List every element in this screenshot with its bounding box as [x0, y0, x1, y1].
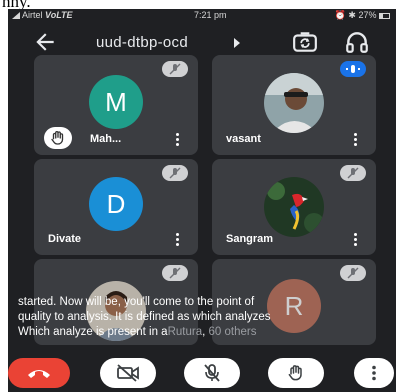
raise-hand-button[interactable] [268, 358, 324, 388]
more-vert-icon[interactable] [176, 133, 180, 147]
live-captions: started. Now will be, you'll come to the… [8, 295, 396, 340]
more-vert-icon[interactable] [176, 233, 180, 247]
more-vert-icon[interactable] [354, 233, 358, 247]
caption-line: started. Now will be, you'll come to the… [18, 296, 255, 308]
mic-off-icon [169, 267, 181, 279]
caption-line: quality to analysis. It is defined as wh… [18, 311, 271, 323]
participant-name: Mah... [90, 133, 122, 145]
participant-tile[interactable]: D Divate [34, 159, 198, 255]
caption-line: Which analyze is present in aRutura, 60 … [18, 326, 257, 338]
alarm-icon: ⏰ [334, 10, 346, 20]
arrow-left-icon[interactable] [32, 29, 58, 55]
others-count: 60 others [208, 326, 257, 338]
mic-off-icon [204, 364, 220, 382]
participant-tile[interactable]: vasant [212, 55, 376, 155]
camera-toggle-button[interactable] [100, 358, 156, 388]
participant-tile[interactable]: Sangram [212, 159, 376, 255]
meet-app-screen: Airtel VoLTE 7:21 pm ⏰ ✱ 27% uud-dtbp-oc… [8, 9, 396, 392]
signal-icon [12, 12, 20, 20]
headset-icon[interactable] [344, 29, 370, 55]
cropped-text-fragment: nny. [0, 0, 396, 9]
raise-hand-icon [51, 130, 64, 145]
mic-toggle-button[interactable] [184, 358, 240, 388]
camera-off-icon [117, 364, 139, 382]
carrier-label: Airtel VoLTE [12, 10, 73, 20]
mic-off-badge [162, 265, 188, 281]
more-options-button[interactable] [354, 358, 394, 388]
avatar: D [89, 177, 143, 231]
avatar: M [89, 75, 143, 129]
participant-name: Sangram [226, 233, 274, 245]
status-icons: ⏰ ✱ 27% [335, 10, 390, 21]
participant-name: Rutura [167, 326, 203, 338]
more-options-icon [372, 365, 376, 381]
participant-tile[interactable]: M Mah... [34, 55, 198, 155]
avatar [264, 177, 324, 237]
raise-hand-icon [288, 365, 302, 381]
participant-name: vasant [226, 133, 261, 145]
clock: 7:21 pm [194, 10, 227, 20]
mic-off-badge [162, 61, 188, 77]
more-vert-icon[interactable] [354, 133, 358, 147]
status-bar: Airtel VoLTE 7:21 pm ⏰ ✱ 27% [8, 9, 396, 23]
avatar [264, 73, 324, 133]
end-call-button[interactable] [8, 358, 70, 388]
mic-off-icon [347, 167, 359, 179]
speaking-indicator [340, 61, 366, 77]
mic-off-icon [169, 63, 181, 75]
bluetooth-icon: ✱ [348, 10, 356, 20]
battery-percent: 27% [358, 10, 377, 20]
meeting-code[interactable]: uud-dtbp-ocd [96, 34, 188, 51]
mic-off-icon [169, 167, 181, 179]
battery-icon [379, 12, 390, 19]
mic-off-badge [340, 165, 366, 181]
raised-hand-badge [44, 127, 72, 149]
mic-off-badge [340, 265, 366, 281]
parrot-photo [264, 177, 324, 237]
caret-right-icon[interactable] [232, 37, 242, 49]
participant-name: Divate [48, 233, 82, 245]
switch-camera-icon[interactable] [292, 29, 318, 55]
call-controls [8, 355, 396, 392]
mic-off-badge [162, 165, 188, 181]
participant-photo [264, 73, 324, 133]
end-call-icon [28, 370, 50, 378]
mic-off-icon [347, 267, 359, 279]
